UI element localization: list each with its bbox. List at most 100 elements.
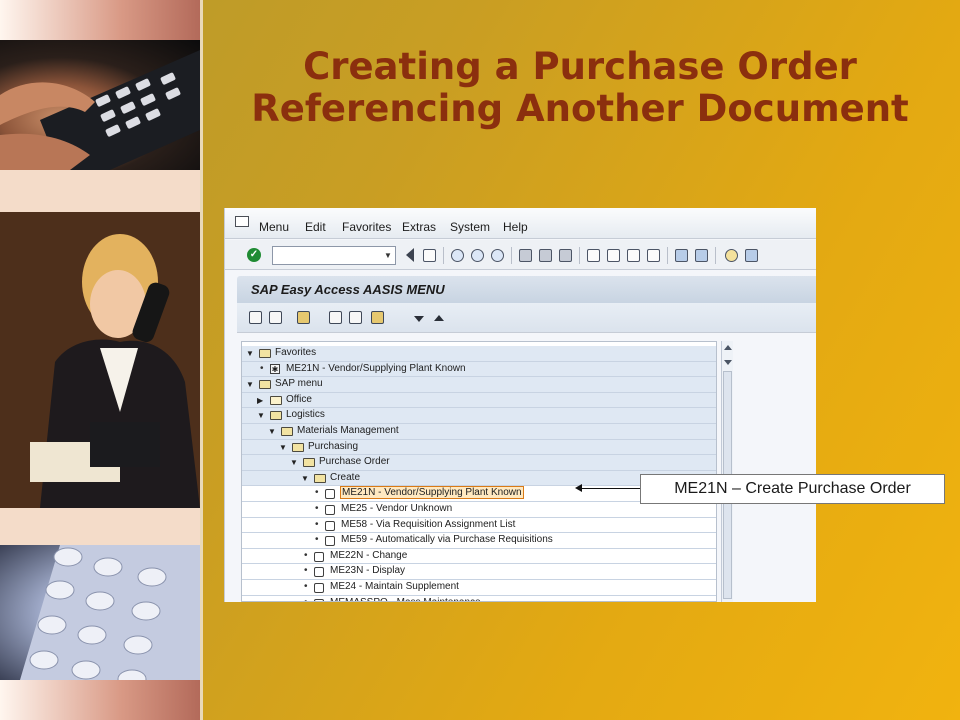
expanded-node-icon[interactable]: ▼ [290, 458, 298, 467]
expanded-node-icon[interactable]: ▼ [246, 380, 254, 389]
tree-node-label[interactable]: Purchasing [308, 441, 358, 452]
chevron-down-icon[interactable]: ▼ [381, 247, 395, 264]
assign-users-icon[interactable] [297, 311, 310, 324]
tree-node-label[interactable]: ME21N - Vendor/Supplying Plant Known [340, 486, 524, 500]
transaction-cube-icon [325, 489, 335, 500]
tree-node-label[interactable]: Purchase Order [319, 456, 390, 467]
menu-system[interactable]: System [450, 220, 490, 234]
cancel-icon[interactable] [491, 249, 504, 262]
tree-folder-row[interactable]: ▼ SAP menu [242, 377, 716, 393]
shortcut-icon[interactable] [695, 249, 708, 262]
layout-icon[interactable] [745, 249, 758, 262]
screen-titlebar: SAP Easy Access AASIS MENU [237, 276, 816, 303]
transaction-cube-icon [325, 536, 335, 547]
tree-vertical-scrollbar[interactable] [721, 341, 733, 602]
exit-icon[interactable] [471, 249, 484, 262]
tree-transaction-row[interactable]: • ME58 - Via Requisition Assignment List [242, 517, 716, 534]
delete-favorite-icon[interactable] [349, 311, 362, 324]
bullet-icon: • [315, 487, 319, 499]
tree-node-label[interactable]: Materials Management [297, 425, 399, 436]
slide-title-line-1: Creating a Purchase Order [303, 45, 857, 88]
tree-node-label[interactable]: Create [330, 472, 360, 483]
folder-icon [259, 349, 271, 358]
photo-strip [0, 0, 200, 720]
transaction-cube-icon [314, 567, 324, 578]
expanded-node-icon[interactable]: ▼ [268, 427, 276, 436]
tree-transaction-row[interactable]: • ME59 - Automatically via Purchase Requi… [242, 533, 716, 549]
tree-folder-row[interactable]: ▼ Purchase Order [242, 455, 716, 471]
menu-extras[interactable]: Extras [402, 220, 436, 234]
bullet-icon: • [304, 597, 308, 601]
tree-node-label[interactable]: Logistics [286, 409, 325, 420]
application-toolbar [237, 303, 816, 333]
tree-transaction-row[interactable]: • ✱ ME21N - Vendor/Supplying Plant Known [242, 361, 716, 378]
tree-folder-row[interactable]: ▼ Purchasing [242, 439, 716, 456]
tree-transaction-row[interactable]: • MEMASSPO - Mass Maintenance [242, 595, 716, 601]
save-icon[interactable] [423, 249, 436, 262]
tree-transaction-row[interactable]: • ME22N - Change [242, 548, 716, 565]
toolbar-separator [443, 247, 444, 264]
change-favorite-icon[interactable] [371, 311, 384, 324]
create-role-icon[interactable] [269, 311, 282, 324]
toolbar-separator [579, 247, 580, 264]
find-icon[interactable] [539, 249, 552, 262]
print-icon[interactable] [519, 249, 532, 262]
toolbar-separator [667, 247, 668, 264]
last-page-icon[interactable] [647, 249, 660, 262]
tree-transaction-row[interactable]: • ME23N - Display [242, 564, 716, 580]
strip-top-band [0, 0, 200, 40]
tree-node-label[interactable]: Favorites [275, 347, 316, 358]
tree-folder-row[interactable]: ▶ Office [242, 392, 716, 409]
expanded-node-icon[interactable]: ▼ [301, 474, 309, 483]
scroll-down-icon[interactable] [724, 360, 732, 365]
move-up-icon[interactable] [434, 315, 444, 321]
tree-node-label[interactable]: ME58 - Via Requisition Assignment List [341, 519, 515, 530]
tree-node-label[interactable]: ME25 - Vendor Unknown [341, 503, 452, 514]
folder-icon [270, 395, 282, 405]
tree-node-label[interactable]: Office [286, 394, 312, 405]
back-arrow-icon[interactable] [406, 248, 414, 262]
move-down-icon[interactable] [414, 316, 424, 322]
first-page-icon[interactable] [587, 249, 600, 262]
enter-icon[interactable]: ✓ [247, 248, 261, 262]
next-page-icon[interactable] [627, 249, 640, 262]
menu-favorites[interactable]: Favorites [342, 220, 391, 234]
tree-node-label[interactable]: ME59 - Automatically via Purchase Requis… [341, 534, 553, 545]
scroll-up-icon[interactable] [724, 345, 732, 350]
easy-access-menu-tree: ▼ Favorites • ✱ ME21N - Vendor/Supplying Pla… [241, 341, 717, 602]
tree-node-label[interactable]: ME23N - Display [330, 565, 405, 576]
tree-node-label[interactable]: SAP menu [275, 378, 323, 389]
find-next-icon[interactable] [559, 249, 572, 262]
window-menu-icon[interactable] [235, 216, 249, 227]
previous-page-icon[interactable] [607, 249, 620, 262]
tree-node-label[interactable]: ME24 - Maintain Supplement [330, 581, 459, 592]
expanded-node-icon[interactable]: ▼ [257, 411, 265, 420]
tree-folder-row[interactable]: ▼ Materials Management [242, 424, 716, 440]
tree-folder-row[interactable]: ▼ Favorites [242, 346, 716, 362]
tree-node-label[interactable]: ME21N - Vendor/Supplying Plant Known [286, 363, 466, 374]
menu-help[interactable]: Help [503, 220, 528, 234]
folder-icon [303, 458, 315, 468]
favorite-transaction-icon: ✱ [270, 363, 280, 374]
tree-node-label[interactable]: ME22N - Change [330, 550, 407, 561]
strip-bottom-band [0, 680, 200, 720]
screen-title: SAP Easy Access AASIS MENU [251, 282, 445, 297]
tree-node-label[interactable]: MEMASSPO - Mass Maintenance [330, 597, 481, 601]
other-menu-icon[interactable] [249, 311, 262, 324]
collapsed-node-icon[interactable]: ▶ [257, 396, 263, 405]
callout-arrow-line [581, 488, 640, 489]
expanded-node-icon[interactable]: ▼ [279, 443, 287, 452]
sap-standard-toolbar: ✓ ▼ [225, 240, 816, 270]
back-nav-icon[interactable] [451, 249, 464, 262]
tree-folder-row[interactable]: ▼ Logistics [242, 408, 716, 424]
expanded-node-icon[interactable]: ▼ [246, 349, 254, 358]
tree-transaction-row[interactable]: • ME25 - Vendor Unknown [242, 502, 716, 518]
command-field[interactable]: ▼ [272, 246, 396, 265]
callout-box: ME21N – Create Purchase Order [640, 474, 945, 504]
tree-transaction-row[interactable]: • ME24 - Maintain Supplement [242, 580, 716, 596]
menu-menu[interactable]: Menu [259, 220, 289, 234]
new-session-icon[interactable] [675, 249, 688, 262]
menu-edit[interactable]: Edit [305, 220, 326, 234]
help-icon[interactable] [725, 249, 738, 262]
add-favorite-icon[interactable] [329, 311, 342, 324]
